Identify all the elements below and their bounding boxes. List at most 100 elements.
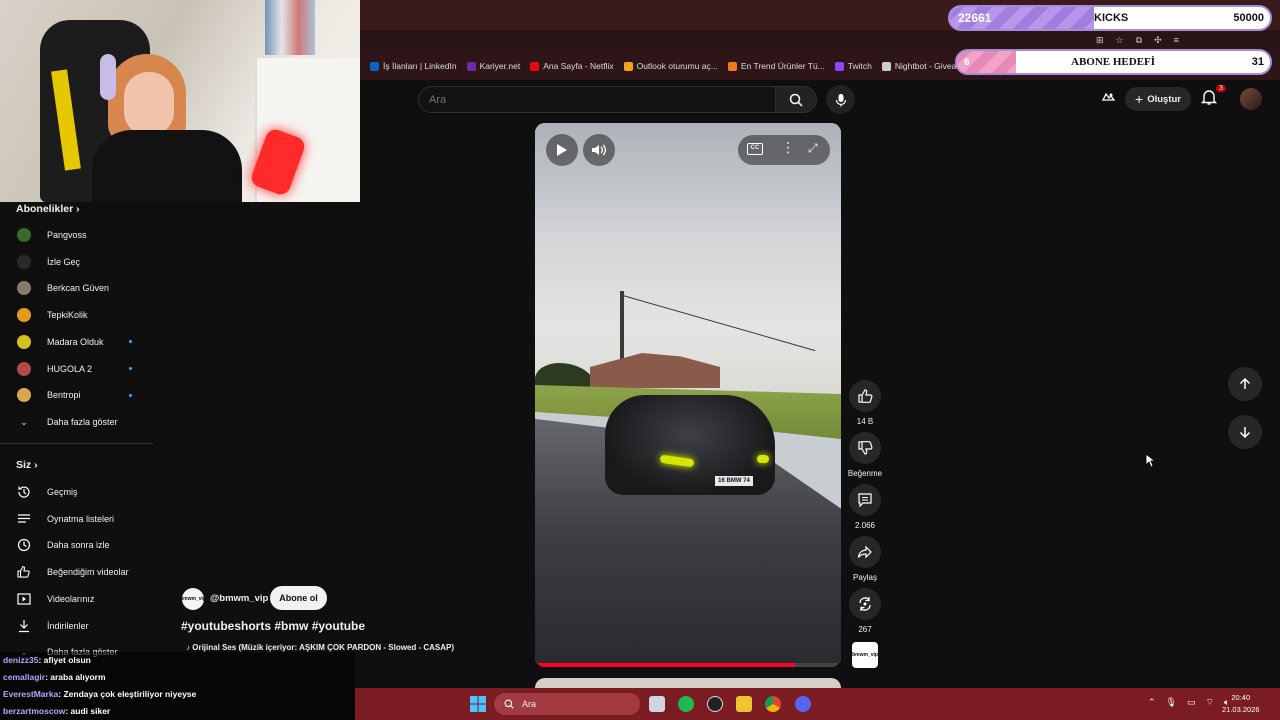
abone-label: ABONE HEDEFİ: [1071, 56, 1156, 68]
taskbar-search[interactable]: Ara: [494, 693, 640, 715]
microphone-icon[interactable]: 🎙︎: [1166, 697, 1177, 708]
search-button[interactable]: [775, 86, 817, 113]
sidebar-subscription-item[interactable]: Berkcan Güven: [0, 275, 155, 301]
obs-icon[interactable]: [707, 696, 723, 712]
bookmark-item[interactable]: Outlook oturumu aç...: [623, 61, 718, 71]
bookmark-item[interactable]: Kariyer.net: [466, 61, 520, 71]
kicks-value: 22661: [958, 11, 992, 25]
task-view-icon[interactable]: [649, 696, 665, 712]
abone-goal: 31: [1251, 56, 1264, 68]
short-title[interactable]: #youtubeshorts #bmw #youtube: [181, 619, 365, 633]
sidebar-item-history[interactable]: Geçmiş: [0, 479, 155, 505]
short-video-player[interactable]: 16 BMW 74 CC ⋮ ⤢: [535, 123, 841, 667]
chat-message: denizz35: afiyet olsun: [3, 655, 91, 665]
sidebar-subscription-item[interactable]: İzle Geç: [0, 249, 155, 275]
bookmark-item[interactable]: Twitch: [834, 61, 872, 71]
system-tray: ⌃ 🎙︎ ▭ ⌔ 🔈︎: [1148, 697, 1229, 708]
bookmark-favicon-icon: [834, 61, 844, 71]
subscribe-button[interactable]: Abone ol: [270, 586, 327, 610]
bookmark-item[interactable]: Ana Sayfa - Netflix: [530, 61, 614, 71]
comment-action[interactable]: 2.066: [847, 484, 883, 530]
more-options-icon[interactable]: ⋮: [781, 140, 795, 154]
share-button[interactable]: [849, 536, 881, 568]
new-content-dot: [129, 367, 132, 370]
chrome-icon[interactable]: [765, 696, 781, 712]
thumbs-up-icon: [17, 565, 31, 579]
sidebar-subscription-item[interactable]: TepkiKolik: [0, 302, 155, 328]
sidebar-item-playlist[interactable]: Oynatma listeleri: [0, 506, 155, 532]
chevron-up-icon[interactable]: ⌃: [1148, 697, 1156, 708]
like-action[interactable]: 14 B: [847, 380, 883, 426]
wifi-icon[interactable]: ⌔: [1206, 697, 1214, 708]
channel-name[interactable]: @bmwm_vip: [210, 593, 268, 604]
bookmark-item[interactable]: İş İlanları | LinkedIn: [370, 61, 457, 71]
volume-button[interactable]: [583, 134, 615, 166]
share-label: Paylaş: [852, 573, 877, 582]
play-button[interactable]: [546, 134, 578, 166]
menu-icon[interactable]: ≡: [1174, 35, 1179, 46]
sidebar-item-thumbs-up[interactable]: Beğendiğim videolar: [0, 559, 155, 585]
windows-start-icon[interactable]: [470, 696, 486, 717]
star-icon[interactable]: ☆: [1116, 35, 1124, 46]
thumbs-up-icon: [858, 389, 873, 403]
comment-button[interactable]: [849, 484, 881, 516]
chat-message: cemallagir: araba alıyorm: [3, 672, 106, 682]
voice-search-button[interactable]: [826, 85, 855, 114]
chevron-right-icon: ›: [34, 459, 38, 471]
you-heading[interactable]: Siz ›: [16, 459, 38, 471]
kicks-label: KICKS: [1094, 12, 1129, 24]
fullscreen-icon[interactable]: ⤢: [808, 141, 818, 156]
share-action[interactable]: Paylaş: [847, 536, 883, 582]
create-button[interactable]: + Oluştur: [1125, 87, 1191, 111]
comment-count: 2.066: [854, 521, 876, 530]
show-more-subscriptions[interactable]: ⌄ Daha fazla göster: [0, 409, 155, 435]
bookmark-item[interactable]: En Trend Ürünler Tü...: [727, 61, 825, 71]
bookmark-favicon-icon: [466, 61, 476, 71]
discord-icon[interactable]: [795, 696, 811, 712]
dislike-action[interactable]: Beğenme: [847, 432, 883, 478]
previous-short-button[interactable]: [1228, 367, 1262, 401]
next-short-button[interactable]: [1228, 415, 1262, 449]
display-icon[interactable]: ▭: [1187, 697, 1196, 708]
extension-icon[interactable]: ⧉: [1136, 35, 1142, 46]
video-progress-bar[interactable]: [535, 663, 841, 667]
sidebar-subscription-item[interactable]: Pangvoss: [0, 222, 155, 248]
search-input[interactable]: [419, 87, 775, 112]
like-button[interactable]: [849, 380, 881, 412]
search-icon: [789, 93, 803, 107]
sidebar-item-video[interactable]: Videolarınız: [0, 586, 155, 612]
sidebar-item-download[interactable]: İndirilenler: [0, 613, 155, 639]
notifications-button[interactable]: 3: [1200, 85, 1226, 110]
install-icon[interactable]: ⊞: [1096, 35, 1104, 46]
remix-action[interactable]: 267: [847, 588, 883, 634]
sound-thumbnail[interactable]: bmwm_vip: [852, 642, 878, 668]
bookmark-favicon-icon: [881, 61, 891, 71]
search-box[interactable]: [418, 86, 776, 113]
remix-count: 267: [858, 625, 872, 634]
sidebar-subscription-item[interactable]: HUGOLA 2: [0, 356, 155, 382]
sidebar-subscription-item[interactable]: Bentropi: [0, 382, 155, 408]
puzzle-icon[interactable]: ✣: [1154, 35, 1162, 46]
audio-info[interactable]: ♪ Orijinal Ses (Müzik içeriyor: AŞKIM ÇO…: [186, 643, 454, 652]
spotify-icon[interactable]: [678, 696, 694, 712]
taskbar-clock[interactable]: 20:40 21.03.2026: [1222, 692, 1260, 716]
sidebar-item-clock[interactable]: Daha sonra izle: [0, 532, 155, 558]
stream-chat-overlay: denizz35: afiyet olsun cemallagir: araba …: [0, 652, 355, 720]
captions-icon[interactable]: CC: [747, 143, 763, 155]
chat-text: : Zendaya çok eleştiriliyor niyeyse: [58, 689, 197, 699]
share-icon: [857, 545, 872, 559]
account-avatar[interactable]: [1240, 88, 1262, 110]
sidebar-subscription-item[interactable]: Madara Olduk: [0, 329, 155, 355]
subscriptions-heading[interactable]: Abonelikler ›: [16, 203, 80, 215]
cast-icon[interactable]: [1100, 90, 1120, 110]
abone-value: 6: [964, 56, 970, 68]
dislike-button[interactable]: [849, 432, 881, 464]
channel-avatar: [17, 334, 31, 349]
file-explorer-icon[interactable]: [736, 696, 752, 712]
chevron-right-icon: ›: [76, 203, 80, 215]
chat-message: EverestMarka: Zendaya çok eleştiriliyor …: [3, 689, 196, 699]
bookmark-favicon-icon: [370, 61, 379, 71]
channel-avatar[interactable]: bmwm_vip: [180, 588, 206, 610]
clock-time: 20:40: [1231, 693, 1251, 702]
remix-button[interactable]: [849, 588, 881, 620]
